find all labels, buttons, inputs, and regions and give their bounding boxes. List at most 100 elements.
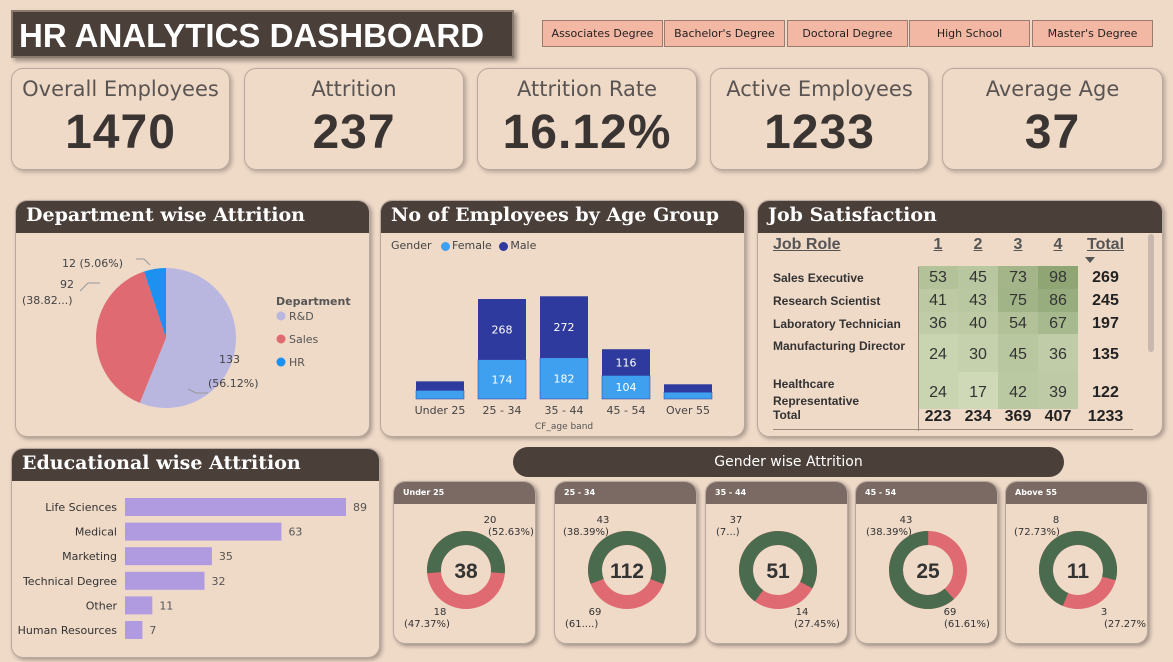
bar-female-4 xyxy=(663,391,713,400)
bar-male-0 xyxy=(416,381,464,391)
donut-center-total: 11 xyxy=(1067,560,1090,583)
donut-pct-a: (72.73%) xyxy=(1014,527,1060,538)
job-satisfaction-matrix: Job Role 1 2 3 4 Total Sales Executive 53 45 73 98… xyxy=(758,201,1162,436)
kpi-value: 1470 xyxy=(65,106,176,159)
pie-legend-title: Department xyxy=(276,295,351,308)
matrix-cell: 73 xyxy=(998,266,1038,289)
kpi-value: 16.12% xyxy=(502,106,672,159)
kpi-card-4: Average Age 37 xyxy=(942,68,1163,170)
matrix-row-total: 122 xyxy=(1092,384,1119,401)
matrix-row-label: Manufacturing Director xyxy=(773,339,906,353)
edu-category-label: Technical Degree xyxy=(22,575,117,588)
pie-label-sales: 92 xyxy=(60,278,74,291)
donut-pct-a: (38.39%) xyxy=(563,527,609,538)
donut-center-total: 38 xyxy=(454,560,478,583)
matrix-total-label: Total xyxy=(773,408,801,422)
x-axis-label: CF_age band xyxy=(535,422,593,432)
kpi-card-1: Attrition 237 xyxy=(244,68,464,170)
job-satisfaction-panel: Job Satisfaction Job Role 1 2 3 4 Total Sales … xyxy=(757,200,1163,437)
gender-card-4: Above 55 11 8 (72.73%) 3 (27.27%) xyxy=(1005,481,1148,644)
matrix-header-1[interactable]: 1 xyxy=(918,236,958,254)
kpi-value: 237 xyxy=(312,106,396,159)
matrix-cell: 53 xyxy=(918,266,958,289)
matrix-cell: 45 xyxy=(998,334,1038,373)
edu-bar-2 xyxy=(125,547,212,566)
edu-value-label: 7 xyxy=(149,624,156,637)
edu-bar-0 xyxy=(125,498,346,516)
kpi-label: Attrition Rate xyxy=(517,77,657,101)
x-tick-label: 25 - 34 xyxy=(483,404,522,417)
donut-label-a: 8 xyxy=(1053,515,1059,526)
matrix-cell: 39 xyxy=(1038,372,1078,409)
legend-gender-label: Gender xyxy=(391,239,432,252)
kpi-label: Active Employees xyxy=(726,77,913,101)
matrix-header-0[interactable]: Job Role xyxy=(773,236,918,254)
edu-bar-4 xyxy=(125,596,153,615)
legend-female[interactable]: Female xyxy=(452,239,492,252)
dashboard-title: HR ANALYTICS DASHBOARD xyxy=(11,10,514,58)
filter-button-3[interactable]: High School xyxy=(909,20,1030,47)
bar-male-label: 116 xyxy=(616,356,637,369)
matrix-cell: 40 xyxy=(958,312,998,335)
matrix-cell: 24 xyxy=(918,372,958,409)
kpi-label: Attrition xyxy=(311,77,397,101)
donut-pct-a: (7...) xyxy=(716,527,740,538)
age-group-legend: Gender Female Male xyxy=(391,239,536,252)
matrix-cell: 86 xyxy=(1038,289,1078,312)
legend-male[interactable]: Male xyxy=(510,239,536,252)
matrix-divider xyxy=(773,429,1133,430)
matrix-cell: 30 xyxy=(958,334,998,373)
donut-label-a: 20 xyxy=(484,515,497,526)
gender-donut-chart: 11 8(72.73%) 3(27.27%) xyxy=(1014,515,1148,630)
education-attrition-panel: Educational wise Attrition Life Sciences… xyxy=(11,448,380,658)
bar-female-label: 174 xyxy=(492,373,513,386)
education-attrition-title: Educational wise Attrition xyxy=(12,449,379,481)
matrix-header-3[interactable]: 3 xyxy=(998,236,1038,254)
department-attrition-panel: Department wise Attrition 133 (56.12%) 92 (… xyxy=(15,200,370,437)
donut-label-a: 43 xyxy=(597,515,610,526)
kpi-value: 37 xyxy=(1024,106,1081,159)
kpi-value: 1233 xyxy=(764,106,875,159)
bar-male-4 xyxy=(664,384,712,393)
donut-label-b: 18 xyxy=(434,607,447,618)
edu-bar-1 xyxy=(125,522,282,541)
x-tick-label: 45 - 54 xyxy=(607,404,646,417)
legend-dot-icon xyxy=(276,334,286,344)
matrix-header-2[interactable]: 2 xyxy=(958,236,998,254)
gender-card-title: Under 25 xyxy=(394,482,535,504)
donut-center-total: 51 xyxy=(766,560,790,583)
kpi-card-0: Overall Employees 1470 xyxy=(11,68,230,170)
matrix-col-total: 234 xyxy=(964,408,992,425)
matrix-row-total: 269 xyxy=(1092,269,1119,286)
edu-category-label: Other xyxy=(86,599,118,612)
filter-button-1[interactable]: Bachelor's Degree xyxy=(664,20,785,47)
filter-button-0[interactable]: Associates Degree xyxy=(542,20,663,47)
matrix-grand-total: 1233 xyxy=(1087,408,1124,425)
pie-legend-item: Sales xyxy=(289,333,319,346)
edu-bar-3 xyxy=(125,571,205,590)
pie-pct-rnd: (56.12%) xyxy=(208,377,259,390)
gender-card-3: 45 - 54 25 43 (38.39%) 69 (61.61%) xyxy=(855,481,998,644)
edu-category-label: Marketing xyxy=(62,550,117,563)
gender-card-2: 35 - 44 51 37 (7...) 14 (27.45%) xyxy=(705,481,848,644)
matrix-header-4[interactable]: 4 xyxy=(1038,236,1078,254)
filter-button-4[interactable]: Master's Degree xyxy=(1032,20,1153,47)
matrix-cell: 67 xyxy=(1038,312,1078,335)
x-tick-label: Under 25 xyxy=(415,404,466,417)
matrix-row-total: 197 xyxy=(1092,315,1119,332)
filter-button-2[interactable]: Doctoral Degree xyxy=(787,20,908,47)
edu-value-label: 32 xyxy=(211,575,225,588)
donut-pct-b: (27.27%) xyxy=(1104,619,1148,630)
matrix-cell: 24 xyxy=(918,334,958,373)
pie-legend-item: R&D xyxy=(289,310,314,323)
matrix-col-total: 369 xyxy=(1004,408,1032,425)
bar-female-0 xyxy=(415,390,465,400)
donut-pct-b: (47.37%) xyxy=(404,619,450,630)
sort-down-icon[interactable] xyxy=(1085,257,1095,263)
matrix-scrollbar[interactable] xyxy=(1148,234,1154,352)
matrix-cell: 41 xyxy=(918,289,958,312)
matrix-divider xyxy=(918,267,919,431)
donut-pct-b: (27.45%) xyxy=(794,619,840,630)
bar-female-label: 104 xyxy=(616,381,637,394)
matrix-header-5[interactable]: Total xyxy=(1078,236,1133,254)
